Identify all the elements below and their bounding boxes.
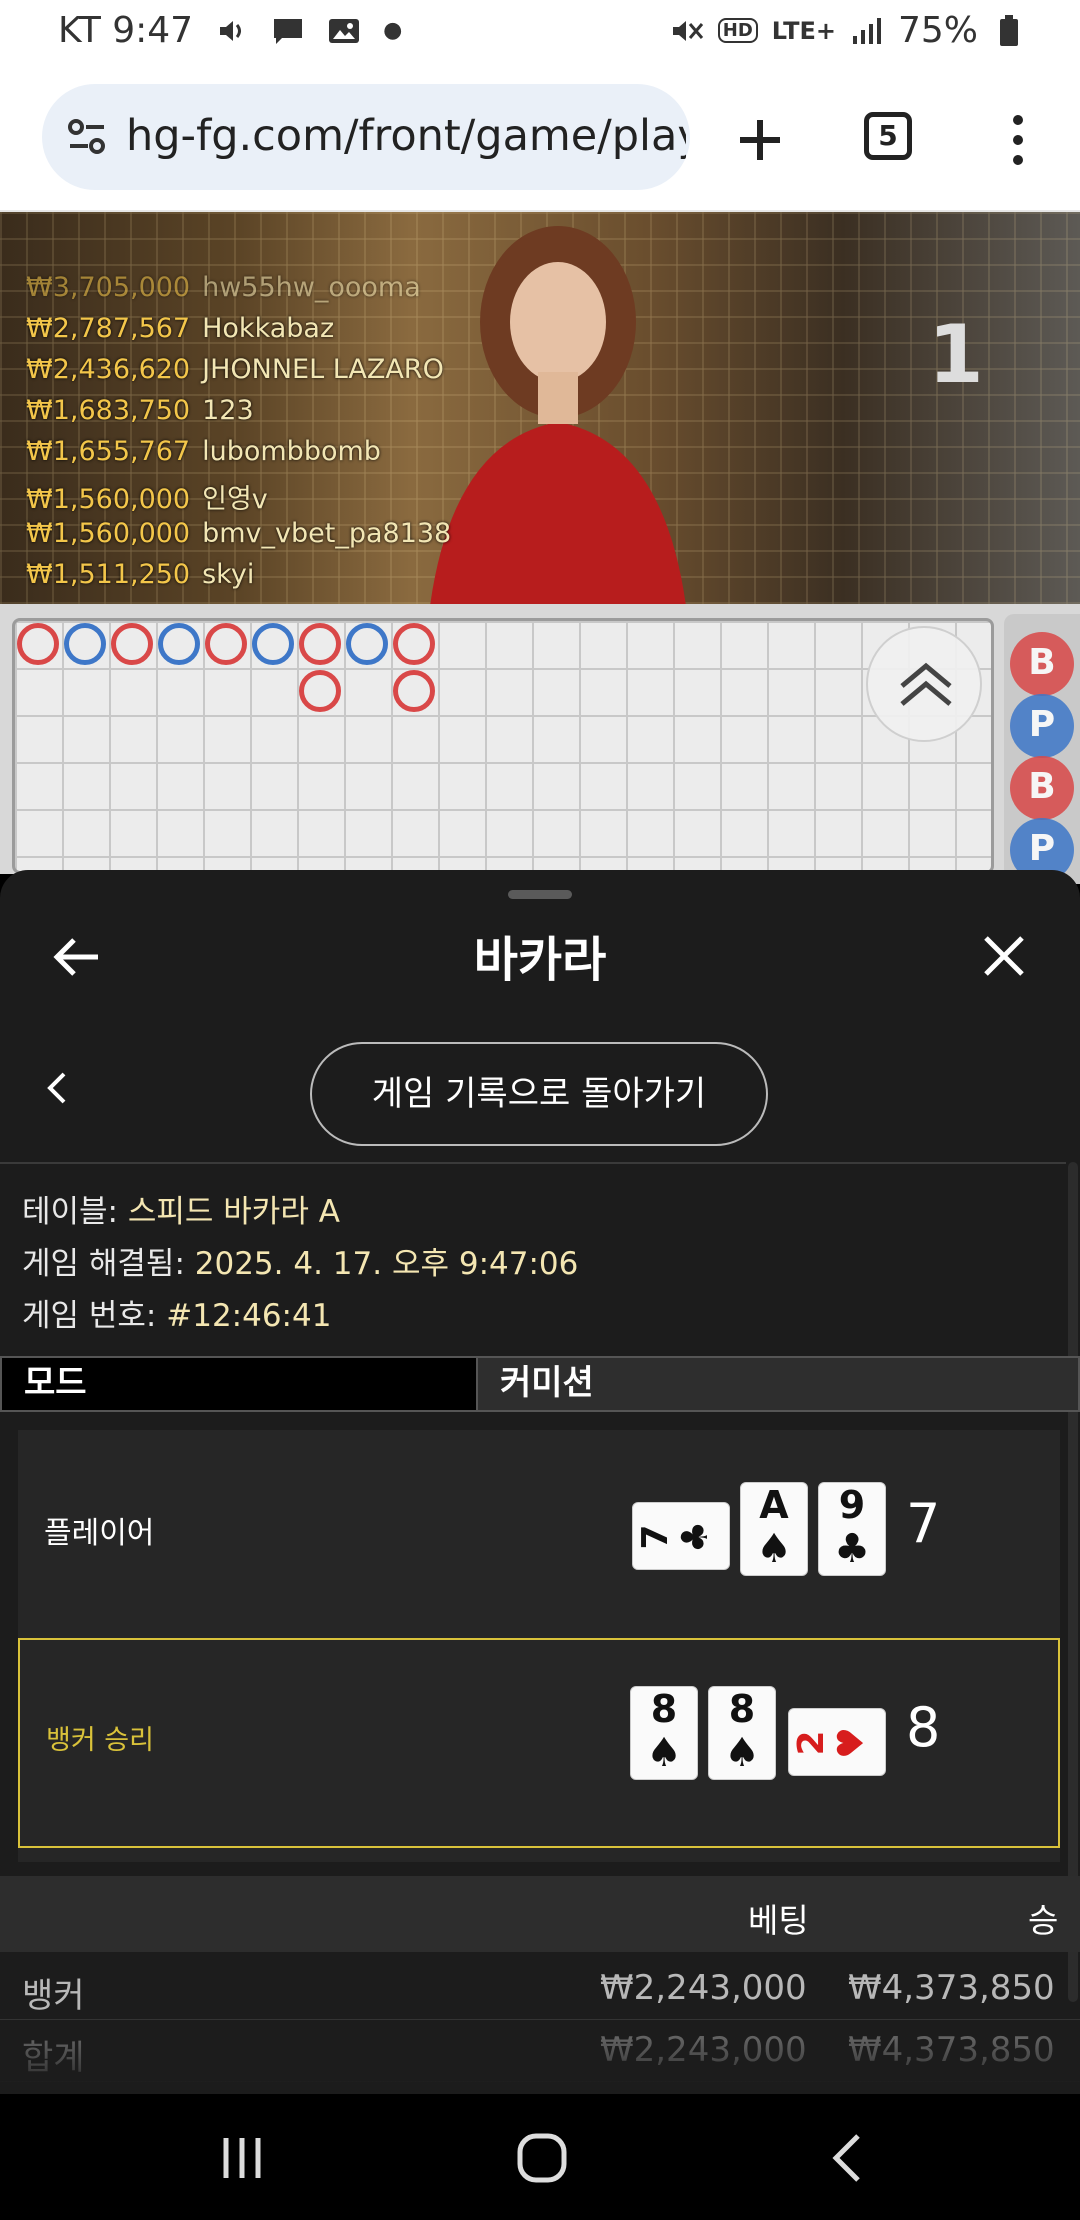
hd-badge: HD: [717, 18, 758, 43]
banker-label: 뱅커 승리: [46, 1725, 154, 1756]
bet-amount: ₩2,243,000: [600, 1968, 807, 2008]
club-suit-icon: ♣: [675, 1520, 716, 1554]
back-to-history-button[interactable]: 게임 기록으로 돌아가기: [310, 1042, 768, 1146]
banker-total: 8: [906, 1696, 941, 1759]
system-nav-bar: [0, 2094, 1080, 2220]
volume-icon: [215, 14, 249, 48]
tab-switcher-button[interactable]: 5: [864, 112, 912, 160]
banker-bead: [17, 623, 59, 665]
leader-row: ₩1,655,767 lubombbomb: [26, 436, 381, 467]
divider: [0, 1162, 1066, 1164]
player-total: 7: [906, 1492, 941, 1555]
player-bead: [252, 623, 294, 665]
address-bar[interactable]: hg-fg.com/front/game/play: [42, 84, 690, 190]
playing-card: 9 ♣: [818, 1482, 886, 1576]
bet-table-header: 베팅 승: [0, 1876, 1080, 1952]
recent-apps-icon[interactable]: [214, 2130, 270, 2186]
player-bead: [346, 623, 388, 665]
banker-bead: [393, 670, 435, 712]
expand-up-button[interactable]: [866, 626, 982, 742]
player-bead: [158, 623, 200, 665]
info-table: 테이블: 스피드 바카라 A: [22, 1194, 340, 1230]
playing-card: 2 ♥: [788, 1708, 886, 1776]
card-rank: A: [759, 1483, 789, 1527]
notification-dot-icon: ●: [383, 18, 403, 43]
new-tab-plus-icon[interactable]: [722, 102, 798, 178]
battery-icon: [992, 14, 1026, 48]
banker-bead: [299, 623, 341, 665]
tab-mode[interactable]: 모드: [0, 1356, 478, 1412]
game-history-sheet: 바카라 게임 기록으로 돌아가기 테이블: 스피드 바카라 A 게임 해결됨: …: [0, 870, 1080, 2094]
win-amount: ₩4,373,850: [848, 1968, 1055, 2008]
signal-icon: [850, 14, 884, 48]
url-text[interactable]: hg-fg.com/front/game/play: [126, 111, 686, 161]
player-bead: [64, 623, 106, 665]
card-rank: 9: [838, 1483, 866, 1527]
card-rank: 8: [728, 1687, 756, 1731]
leader-row: ₩1,560,000 인영v: [26, 484, 268, 515]
message-icon: [271, 14, 305, 48]
heart-suit-icon: ♥: [831, 1726, 872, 1760]
gallery-icon: [327, 14, 361, 48]
playing-card: 8 ♠: [708, 1686, 776, 1780]
tab-commission[interactable]: 커미션: [478, 1356, 1080, 1412]
leader-row: ₩1,511,250 skyi: [26, 559, 255, 590]
table-row: 뱅커 ₩2,243,000 ₩4,373,850: [0, 1958, 1080, 2020]
player-label: 플레이어: [44, 1516, 155, 1551]
round-number: 1: [928, 308, 984, 401]
back-icon[interactable]: [820, 2130, 876, 2186]
sheet-title: 바카라: [473, 932, 607, 988]
banker-winner-box: 뱅커 승리 8 ♠ 8 ♠ 2 ♥ 8: [18, 1638, 1060, 1848]
leader-row: ₩2,436,620 JHONNEL LAZARO: [26, 354, 444, 385]
spade-suit-icon: ♠: [756, 1526, 792, 1572]
leaderboard: ₩3,705,000 hw55hw_oooma ₩2,787,567 Hokkaba…: [26, 272, 451, 600]
leader-row: ₩3,705,000 hw55hw_oooma: [26, 272, 421, 303]
info-resolved: 게임 해결됨: 2025. 4. 17. 오후 9:47:06: [22, 1246, 579, 1282]
playing-card: 8 ♠: [630, 1686, 698, 1780]
bead-road-grid[interactable]: [12, 618, 994, 874]
card-rank: 2: [791, 1730, 832, 1756]
live-dealer-video[interactable]: ₩3,705,000 hw55hw_oooma ₩2,787,567 Hokkaba…: [0, 212, 1080, 604]
club-suit-icon: ♣: [834, 1526, 870, 1572]
banker-bead: [111, 623, 153, 665]
browser-toolbar: hg-fg.com/front/game/play 5: [0, 64, 1080, 212]
leader-row: ₩1,683,750 123: [26, 395, 254, 426]
card-rank: 7: [635, 1524, 676, 1550]
close-icon[interactable]: [976, 928, 1032, 984]
playing-card: A ♠: [740, 1482, 808, 1576]
mute-icon: [670, 14, 704, 48]
carrier-time: KT 9:47: [58, 10, 194, 51]
site-settings-icon[interactable]: [64, 114, 110, 160]
header-bet: 베팅: [748, 1901, 809, 1940]
banker-bead: [299, 670, 341, 712]
card-rank: 8: [650, 1687, 678, 1731]
bottom-fade: [0, 2038, 1080, 2094]
side-label-player[interactable]: P: [1010, 694, 1074, 758]
tabs-row: 모드 커미션: [0, 1356, 1080, 1412]
spade-suit-icon: ♠: [724, 1730, 760, 1776]
result-panel: 플레이어 7 ♣ A ♠ 9 ♣ 7 뱅커 승리 8 ♠ 8 ♠ 2 ♥ 8: [18, 1430, 1060, 1862]
bet-name: 뱅커: [22, 1976, 85, 2016]
more-menu-icon[interactable]: [994, 110, 1042, 170]
spade-suit-icon: ♠: [646, 1730, 682, 1776]
side-label-banker[interactable]: B: [1010, 756, 1074, 820]
home-icon[interactable]: [514, 2130, 570, 2186]
double-chevron-up-icon: [900, 662, 952, 706]
chevron-left-icon[interactable]: [40, 1066, 76, 1110]
info-game-number: 게임 번호: #12:46:41: [22, 1298, 332, 1334]
banker-bead: [205, 623, 247, 665]
header-win: 승: [1028, 1901, 1059, 1940]
banker-bead: [393, 623, 435, 665]
side-label-banker[interactable]: B: [1010, 632, 1074, 696]
leader-row: ₩1,560,000 bmv_vbet_pa8138: [26, 518, 452, 549]
status-bar: KT 9:47 ● HD LTE+ 75%: [0, 0, 1080, 64]
leader-row: ₩2,787,567 Hokkabaz: [26, 313, 335, 344]
network-label: LTE+: [771, 16, 836, 45]
drag-handle[interactable]: [508, 890, 572, 899]
playing-card: 7 ♣: [632, 1502, 730, 1570]
battery-percent: 75%: [897, 10, 978, 51]
